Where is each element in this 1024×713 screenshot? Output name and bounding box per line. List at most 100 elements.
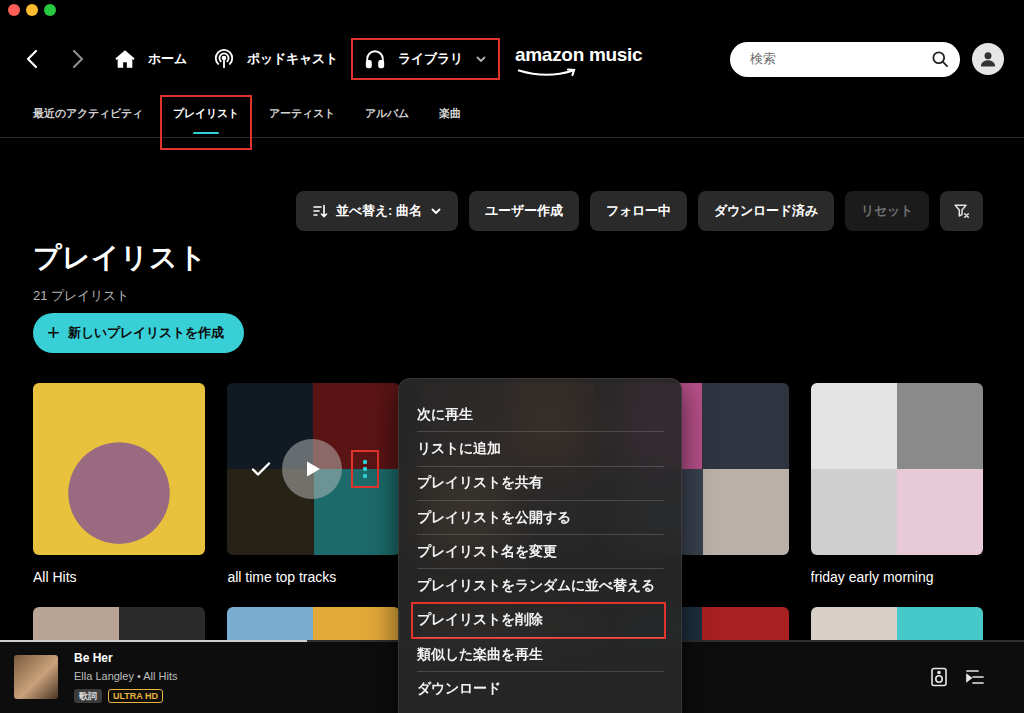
logo-text: amazon music [515, 44, 642, 65]
title-bar [0, 0, 1024, 28]
playlist-cover[interactable] [811, 383, 983, 555]
menu-item[interactable]: ダウンロード [399, 671, 681, 705]
play-icon [300, 457, 324, 481]
menu-item-label: プレイリストを公開する [417, 507, 571, 528]
clear-filters-button[interactable] [940, 191, 983, 231]
progress-fill [0, 640, 307, 642]
menu-item[interactable]: プレイリストをランダムに並べ替える [399, 568, 681, 602]
library-tabs: 最近のアクティビティ プレイリスト アーティスト アルバム 楽曲 [0, 90, 1024, 138]
menu-item-label: プレイリストを削除 [417, 609, 543, 630]
menu-item-label: リストに追加 [417, 438, 501, 459]
window-control-button[interactable] [8, 4, 20, 16]
sort-icon [312, 203, 328, 219]
tab-label: 楽曲 [439, 105, 461, 122]
filter-label: フォロー中 [606, 201, 671, 221]
filter-chip[interactable]: ユーザー作成 [469, 191, 579, 231]
menu-item-label: 次に再生 [417, 404, 473, 425]
smile-arrow-icon [517, 68, 579, 78]
playlist-card[interactable]: all time top tracks [227, 383, 399, 587]
library-tab[interactable]: アーティスト [269, 90, 335, 137]
reset-label: リセット [861, 201, 913, 221]
search-input[interactable] [750, 49, 930, 69]
speaker-icon[interactable] [930, 667, 948, 687]
menu-item-label: 類似した楽曲を再生 [417, 644, 543, 665]
check-icon[interactable] [249, 457, 273, 481]
playlist-title[interactable]: friday early morning [811, 567, 983, 587]
track-artist[interactable]: Ella Langley • All Hits [74, 669, 178, 684]
top-navigation: ホーム ポッドキャスト ライブラリ amazon music [0, 28, 1024, 90]
nav-item[interactable]: ライブラリ [351, 38, 500, 80]
reset-button: リセット [845, 191, 929, 231]
track-info: Be Her Ella Langley • All Hits 歌詞 ULTRA HD [74, 650, 178, 703]
nav-item[interactable]: ホーム [101, 38, 200, 80]
create-label: 新しいプレイリストを作成 [68, 323, 224, 343]
person-icon [978, 49, 998, 69]
menu-item[interactable]: プレイリストを共有 [399, 466, 681, 500]
filter-clear-icon [953, 202, 971, 220]
window-control-button[interactable] [26, 4, 38, 16]
filter-chip[interactable]: フォロー中 [590, 191, 687, 231]
back-button[interactable] [24, 47, 42, 71]
playlist-card[interactable]: friday early morning [811, 383, 983, 587]
amazon-music-logo[interactable]: amazon music [515, 44, 642, 74]
playlist-cover[interactable] [33, 383, 205, 555]
home-icon [114, 48, 136, 70]
playlist-cover[interactable] [227, 383, 399, 555]
menu-item[interactable]: プレイリストを削除 [399, 603, 681, 637]
app-window: ホームポッドキャストライブラリamazon music 最近のアクティビティプレ… [0, 0, 1024, 713]
headphones-icon [364, 48, 386, 70]
album-art[interactable] [14, 655, 58, 699]
tab-label: 最近のアクティビティ [33, 105, 143, 122]
filter-bar: 並べ替え: 曲名 ユーザー作成 フォロー中 ダウンロード済み リセット [33, 191, 983, 231]
more-dots-icon [362, 459, 368, 479]
tab-label: プレイリスト [173, 105, 239, 122]
menu-item-label: プレイリストをランダムに並べ替える [417, 575, 655, 596]
playlist-title[interactable]: All Hits [33, 567, 205, 587]
create-playlist-button[interactable]: +新しいプレイリストを作成 [33, 313, 244, 353]
play-button[interactable] [282, 439, 342, 499]
badge-row: 歌詞 ULTRA HD [74, 689, 178, 703]
library-tab[interactable]: アルバム [365, 90, 409, 137]
nav-item[interactable]: ポッドキャスト [200, 38, 351, 80]
tab-label: アルバム [365, 105, 409, 122]
nav-label: ポッドキャスト [247, 49, 338, 69]
more-button[interactable] [351, 450, 379, 488]
search-field[interactable] [730, 42, 960, 77]
highlight-frame [351, 450, 379, 488]
highlight-frame [160, 95, 252, 150]
track-badge: ULTRA HD [108, 689, 163, 703]
highlight-frame [411, 602, 666, 639]
library-tab[interactable]: プレイリスト [173, 90, 239, 137]
nav-label: ライブラリ [398, 49, 463, 69]
tab-label: アーティスト [269, 105, 335, 122]
chevron-down-icon [475, 53, 487, 65]
filter-label: ダウンロード済み [714, 201, 818, 221]
highlight-frame [351, 38, 500, 80]
menu-item[interactable]: プレイリストを公開する [399, 500, 681, 534]
sort-label: 並べ替え: 曲名 [336, 201, 422, 221]
menu-item[interactable]: プレイリスト名を変更 [399, 534, 681, 568]
podcast-icon [213, 48, 235, 70]
menu-item-label: プレイリスト名を変更 [417, 541, 557, 562]
sort-button[interactable]: 並べ替え: 曲名 [296, 191, 458, 231]
library-tab[interactable]: 最近のアクティビティ [33, 90, 143, 137]
queue-icon[interactable] [965, 668, 985, 686]
chevron-down-icon [430, 205, 442, 217]
track-badge[interactable]: 歌詞 [74, 689, 102, 703]
hover-controls [227, 383, 399, 555]
forward-arrow-icon [68, 49, 86, 69]
window-control-button[interactable] [44, 4, 56, 16]
track-title[interactable]: Be Her [74, 650, 178, 666]
menu-item[interactable]: 類似した楽曲を再生 [399, 637, 681, 671]
context-menu: 次に再生リストに追加プレイリストを共有プレイリストを公開するプレイリスト名を変更… [398, 378, 682, 713]
playlist-title[interactable]: all time top tracks [227, 567, 399, 587]
forward-button[interactable] [68, 47, 86, 71]
filter-chip[interactable]: ダウンロード済み [698, 191, 834, 231]
account-button[interactable] [972, 43, 1004, 75]
menu-item[interactable]: リストに追加 [399, 431, 681, 465]
menu-item-label: プレイリストを共有 [417, 472, 543, 493]
library-tab[interactable]: 楽曲 [439, 90, 461, 137]
menu-item[interactable]: 次に再生 [399, 397, 681, 431]
playlist-card[interactable]: All Hits [33, 383, 205, 587]
nav-label: ホーム [148, 49, 187, 69]
